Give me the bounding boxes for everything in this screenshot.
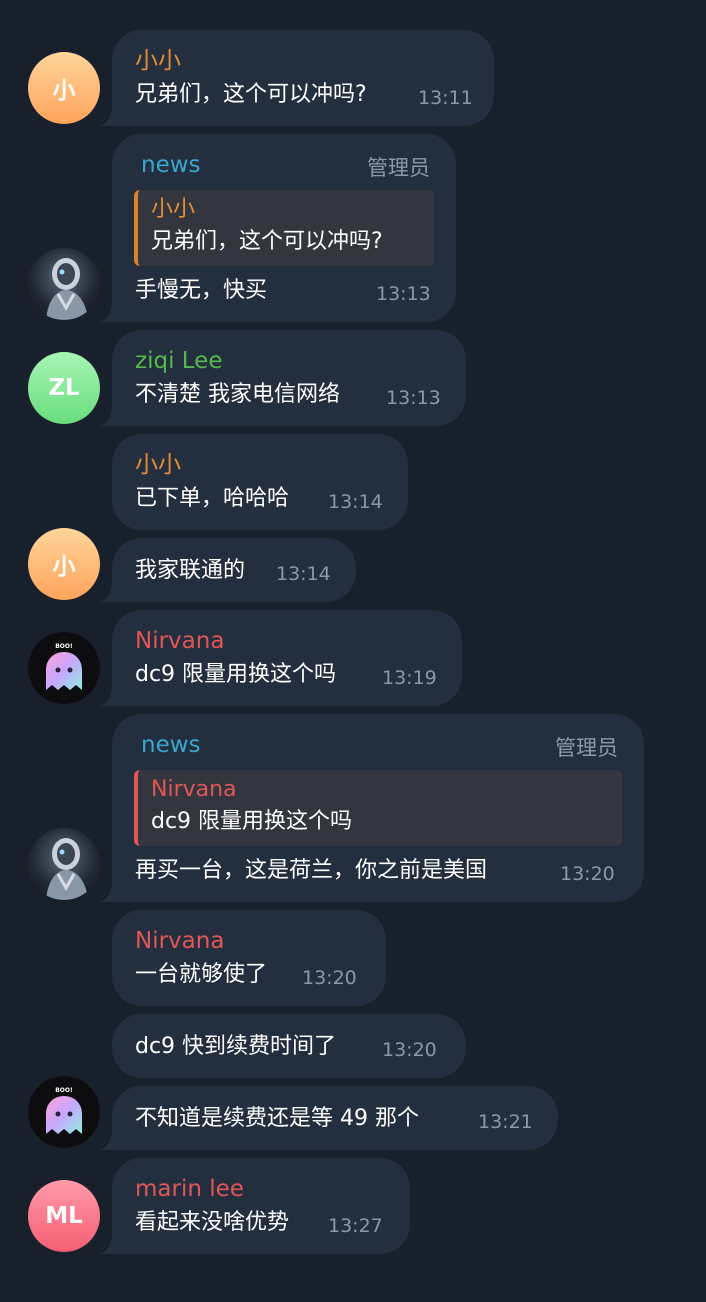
message-text: 已下单，哈哈哈 bbox=[135, 486, 290, 511]
message-bubble[interactable]: 不知道是续费还是等 49 那个 13:21 bbox=[112, 1086, 558, 1150]
message-bubble[interactable]: marin lee 看起来没啥优势 13:27 bbox=[112, 1158, 410, 1254]
message-text: 一台就够使了 bbox=[135, 962, 268, 987]
avatar-nirvana[interactable]: BOO! bbox=[28, 632, 100, 704]
robot-avatar-icon bbox=[46, 838, 88, 900]
sender-name[interactable]: news bbox=[141, 731, 201, 759]
robot-avatar-icon bbox=[46, 258, 88, 320]
message-time: 13:19 bbox=[382, 667, 437, 689]
reply-sender: Nirvana bbox=[151, 777, 237, 802]
reply-quote[interactable]: Nirvana dc9 限量用换这个吗 bbox=[134, 770, 622, 846]
message-time: 13:20 bbox=[302, 967, 357, 989]
sender-name[interactable]: marin lee bbox=[135, 1175, 244, 1203]
sender-name[interactable]: news bbox=[141, 151, 201, 179]
reply-quote[interactable]: 小小 兄弟们，这个可以冲吗? bbox=[134, 190, 434, 266]
sender-name[interactable]: 小小 bbox=[135, 47, 181, 75]
avatar-xiaoxiao[interactable]: 小 bbox=[28, 52, 100, 124]
message-bubble[interactable]: news 管理员 Nirvana dc9 限量用换这个吗 再买一台，这是荷兰，你… bbox=[112, 714, 644, 902]
reply-text: 兄弟们，这个可以冲吗? bbox=[151, 229, 383, 254]
message-time: 13:13 bbox=[376, 283, 431, 305]
message-text: 不清楚 我家电信网络 bbox=[135, 382, 340, 407]
message-text: dc9 快到续费时间了 bbox=[135, 1034, 337, 1059]
message-bubble[interactable]: 我家联通的 13:14 bbox=[112, 538, 356, 602]
reply-text: dc9 限量用换这个吗 bbox=[151, 809, 353, 834]
message-time: 13:14 bbox=[276, 563, 331, 585]
message-bubble[interactable]: Nirvana 一台就够使了 13:20 bbox=[112, 910, 386, 1006]
sender-name[interactable]: Nirvana bbox=[135, 627, 224, 655]
message-text: 我家联通的 bbox=[135, 558, 246, 583]
message-time: 13:27 bbox=[328, 1215, 383, 1237]
message-text: 手慢无，快买 bbox=[135, 278, 268, 303]
avatar-news[interactable] bbox=[28, 828, 100, 900]
svg-text:BOO!: BOO! bbox=[55, 1087, 73, 1094]
avatar-xiaoxiao[interactable]: 小 bbox=[28, 528, 100, 600]
message-bubble[interactable]: ziqi Lee 不清楚 我家电信网络 13:13 bbox=[112, 330, 466, 426]
message-text: 不知道是续费还是等 49 那个 bbox=[135, 1106, 419, 1131]
avatar-news[interactable] bbox=[28, 248, 100, 320]
sender-name[interactable]: 小小 bbox=[135, 451, 181, 479]
avatar-nirvana[interactable]: BOO! bbox=[28, 1076, 100, 1148]
message-time: 13:14 bbox=[328, 491, 383, 513]
reply-sender: 小小 bbox=[151, 197, 196, 222]
message-time: 13:20 bbox=[560, 863, 615, 885]
message-time: 13:21 bbox=[478, 1111, 533, 1133]
avatar-ziqi[interactable]: ZL bbox=[28, 352, 100, 424]
admin-badge: 管理员 bbox=[367, 156, 430, 180]
avatar-marin[interactable]: ML bbox=[28, 1180, 100, 1252]
ghost-avatar-icon: BOO! bbox=[46, 643, 82, 690]
message-time: 13:20 bbox=[382, 1039, 437, 1061]
message-bubble[interactable]: dc9 快到续费时间了 13:20 bbox=[112, 1014, 466, 1078]
message-bubble[interactable]: 小小 已下单，哈哈哈 13:14 bbox=[112, 434, 408, 530]
sender-name[interactable]: Nirvana bbox=[135, 927, 224, 955]
avatar-initials: ML bbox=[45, 1203, 83, 1229]
message-bubble[interactable]: Nirvana dc9 限量用换这个吗 13:19 bbox=[112, 610, 462, 706]
admin-badge: 管理员 bbox=[555, 736, 618, 760]
svg-text:BOO!: BOO! bbox=[55, 643, 73, 650]
message-text: dc9 限量用换这个吗 bbox=[135, 662, 337, 687]
message-text: 兄弟们，这个可以冲吗? bbox=[135, 82, 367, 107]
message-bubble[interactable]: news 管理员 小小 兄弟们，这个可以冲吗? 手慢无，快买 13:13 bbox=[112, 134, 456, 322]
avatar-initials: ZL bbox=[48, 375, 80, 401]
message-text: 看起来没啥优势 bbox=[135, 1210, 290, 1235]
message-time: 13:13 bbox=[386, 387, 441, 409]
message-time: 13:11 bbox=[418, 87, 473, 109]
avatar-initial: 小 bbox=[52, 554, 76, 580]
sender-name[interactable]: ziqi Lee bbox=[135, 347, 222, 375]
avatar-initial: 小 bbox=[52, 78, 76, 104]
message-text: 再买一台，这是荷兰，你之前是美国 bbox=[135, 858, 488, 883]
message-bubble[interactable]: 小小 兄弟们，这个可以冲吗? 13:11 bbox=[112, 30, 494, 126]
ghost-avatar-icon: BOO! bbox=[46, 1087, 82, 1134]
